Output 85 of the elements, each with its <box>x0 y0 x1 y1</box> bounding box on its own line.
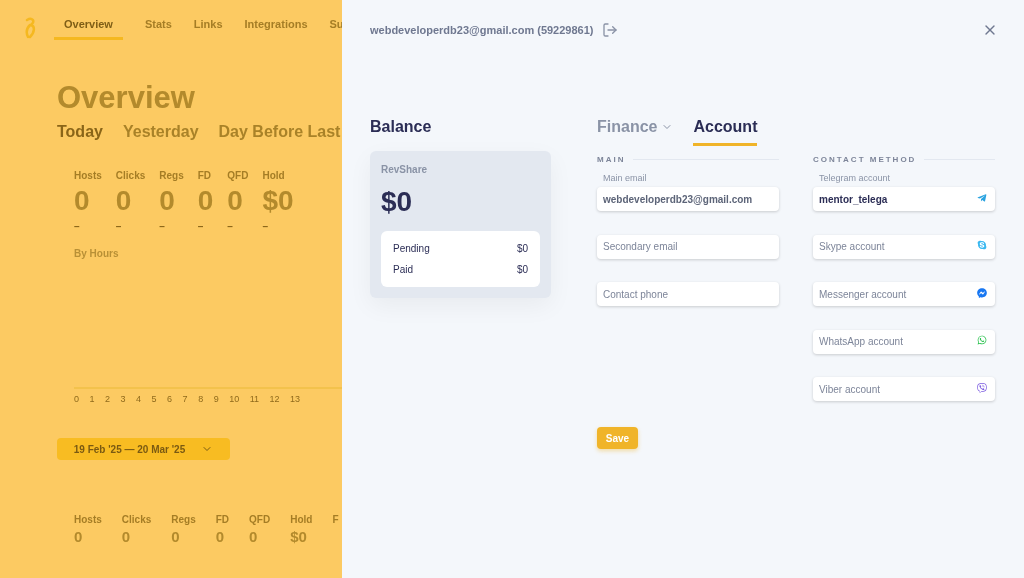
input-field[interactable]: mentor_telega <box>813 187 995 211</box>
hour-tick: 0 <box>74 392 79 406</box>
hour-tick: 12 <box>269 392 280 406</box>
date-range-button[interactable]: 19 Feb '25 — 20 Mar '25 <box>57 438 230 460</box>
breakdown-value: $0 <box>516 262 528 277</box>
period-tab[interactable]: Day Before Last <box>218 119 341 144</box>
stat-label: Hold <box>290 513 313 527</box>
stat-label: FD <box>197 168 213 183</box>
stat-change: – <box>115 219 123 234</box>
period-tab[interactable]: Today <box>57 119 103 144</box>
hour-tick: 4 <box>136 392 142 406</box>
stat-value: 0 <box>215 527 226 547</box>
section-heading: MAIN <box>597 153 626 166</box>
stat-label: Regs <box>159 168 184 183</box>
section-heading: CONTACT METHOD <box>813 153 917 166</box>
stat-label: QFD <box>227 168 249 183</box>
input-field[interactable]: Skype account <box>813 234 995 259</box>
input-field[interactable]: webdeveloperdb23@gmail.com <box>597 187 779 211</box>
logout-icon[interactable] <box>601 22 618 39</box>
stat-value: 0 <box>197 183 214 218</box>
breakdown-label: Paid <box>393 262 413 277</box>
chart-title: By Hours <box>73 246 120 261</box>
hour-tick: 1 <box>89 392 95 406</box>
stat-label: FD <box>215 513 230 527</box>
hour-tick: 7 <box>182 392 188 406</box>
input-field[interactable]: Contact phone <box>597 282 779 306</box>
stat-label: F <box>332 513 339 527</box>
logo-icon <box>22 16 38 39</box>
stat-label: Clicks <box>115 168 146 183</box>
hour-tick: 3 <box>120 392 126 406</box>
user-email: webdeveloperdb23@gmail.com (59229861) <box>370 23 594 38</box>
period-tab[interactable]: Yesterday <box>122 119 199 144</box>
hour-tick: 11 <box>249 392 259 406</box>
input-field[interactable]: Secondary email <box>597 234 779 259</box>
stat-value: 0 <box>171 527 181 547</box>
stat-label: Hosts <box>74 168 102 183</box>
stat-label: Hold <box>262 168 286 183</box>
paper-plane-icon <box>977 192 987 203</box>
section-tab[interactable]: Account <box>693 114 758 146</box>
nav-tab[interactable]: Links <box>193 16 223 40</box>
hour-tick: 10 <box>229 392 240 406</box>
stat-value: 0 <box>159 183 176 218</box>
balance-heading: Balance <box>370 116 433 137</box>
breakdown-label: Pending <box>393 241 430 256</box>
hour-tick: 8 <box>198 392 204 406</box>
stat-value: 0 <box>249 527 259 547</box>
stat-value: 0 <box>74 183 91 218</box>
hour-tick: 6 <box>167 392 173 406</box>
plan-name: RevShare <box>381 162 429 177</box>
viber-logo-icon <box>977 382 987 393</box>
stat-value: 0 <box>121 527 132 547</box>
stat-change: – <box>197 219 205 234</box>
stat-label: Regs <box>171 513 196 527</box>
stat-change: – <box>262 219 269 234</box>
hour-tick: 13 <box>290 392 301 406</box>
input-field[interactable]: Viber account <box>813 377 995 401</box>
section-tab[interactable]: Finance <box>597 114 674 146</box>
whatsapp-logo-icon <box>977 335 987 345</box>
stat-value: $0 <box>262 183 294 218</box>
stat-label: Clicks <box>121 513 152 527</box>
field-label: Main email <box>603 171 648 184</box>
nav-tab[interactable]: Overview <box>54 16 123 40</box>
save-button[interactable]: Save <box>597 427 638 449</box>
nav-tab[interactable]: Integrations <box>244 16 308 40</box>
hour-tick: 5 <box>151 392 157 406</box>
nav-tab[interactable]: Stats <box>144 16 172 40</box>
messenger-logo-icon <box>977 287 987 298</box>
balance-amount: $0 <box>381 184 414 219</box>
breakdown-value: $0 <box>516 241 528 256</box>
stat-label: Hosts <box>74 513 102 527</box>
stat-value: 0 <box>227 183 244 218</box>
stat-change: – <box>74 219 81 234</box>
stat-change: – <box>159 219 166 234</box>
stat-value: 0 <box>74 527 84 547</box>
stat-value: 0 <box>115 183 133 218</box>
input-field[interactable]: Messenger account <box>813 282 995 306</box>
hour-tick: 9 <box>213 392 219 406</box>
stat-change: – <box>227 219 234 234</box>
field-label: Telegram account <box>819 171 892 184</box>
input-field[interactable]: WhatsApp account <box>813 329 995 354</box>
page-title: Overview <box>57 79 196 116</box>
skype-logo-icon <box>977 240 987 250</box>
hour-tick: 2 <box>105 392 111 406</box>
stat-value: $0 <box>290 527 308 547</box>
stat-label: QFD <box>249 513 271 527</box>
